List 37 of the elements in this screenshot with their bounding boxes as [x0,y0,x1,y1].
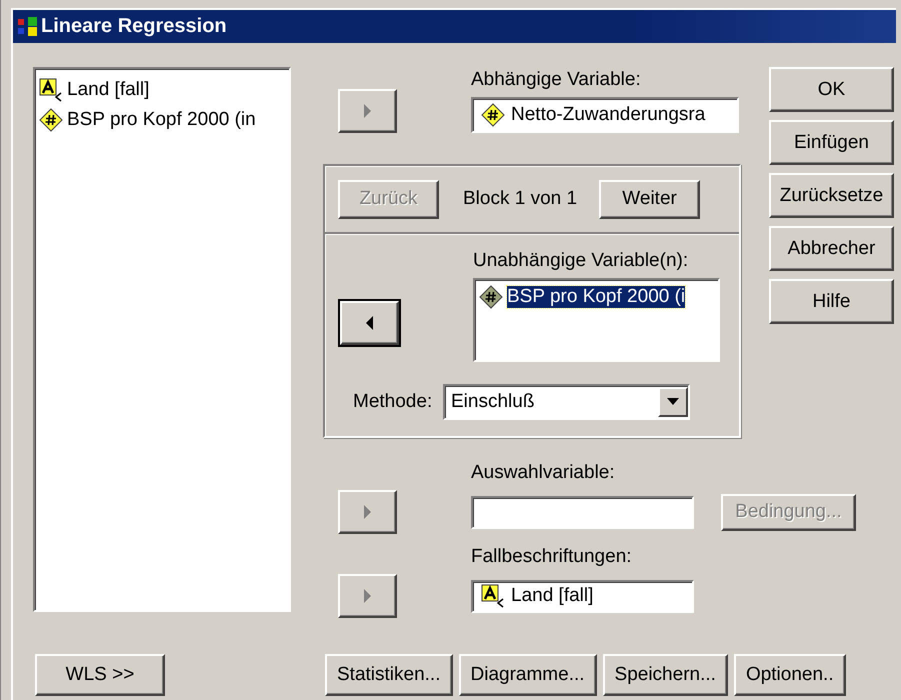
list-label: Unabhängige Variable(n): [473,249,690,273]
triangle-icon [362,587,373,605]
diamond-hash-icon [481,103,505,127]
dialog-button[interactable]: OK [769,67,894,112]
app-icon [17,16,39,38]
window-title: Lineare Regression [41,15,227,38]
dialog-button[interactable]: Diagramme... [458,654,597,696]
dialog-button[interactable]: Hilfe [769,279,894,324]
variable-list[interactable]: Land [fall] BSP pro Kopf 2000 (in [33,67,291,612]
method-label: Methode: [352,391,434,413]
method-dropdown[interactable]: Einschluß [443,384,690,420]
block-caption: Block 1 von 1 [463,188,578,210]
letter-a-icon [481,584,505,608]
case-label-field[interactable]: Land [fall] [471,580,694,612]
variable-item[interactable]: Land [fall] [35,75,289,105]
diamond-hash-icon [39,108,63,132]
independent-variable-list[interactable]: BSP pro Kopf 2000 (i [473,278,720,362]
field-label: Fallbeschriftungen: [471,545,633,569]
wls-button[interactable]: WLS >> [35,654,165,696]
letter-a-icon [39,78,63,102]
dialog-button[interactable]: Abbrecher [769,226,894,271]
dialog-button[interactable]: Optionen.. [734,654,846,696]
dialog-button[interactable]: Statistiken... [325,654,452,696]
next-button[interactable]: Weiter [599,180,700,218]
triangle-icon [362,102,373,120]
dialog-button[interactable]: Einfügen [769,120,894,165]
field-label: Abhängige Variable: [471,68,642,92]
triangle-icon [362,503,373,521]
field-label: Auswahlvariable: [471,461,616,485]
triangle-icon [364,314,375,332]
dialog-button[interactable]: Zurücksetze [769,173,894,218]
variable-item[interactable]: BSP pro Kopf 2000 (in [35,105,289,135]
dialog-button[interactable]: Speichern... [602,654,728,696]
dependent-variable-field[interactable]: Netto-Zuwanderungsra [471,97,739,133]
move-left-button[interactable] [340,301,399,345]
diamond-hash-icon [479,285,503,309]
selection-variable-field[interactable] [471,496,694,528]
